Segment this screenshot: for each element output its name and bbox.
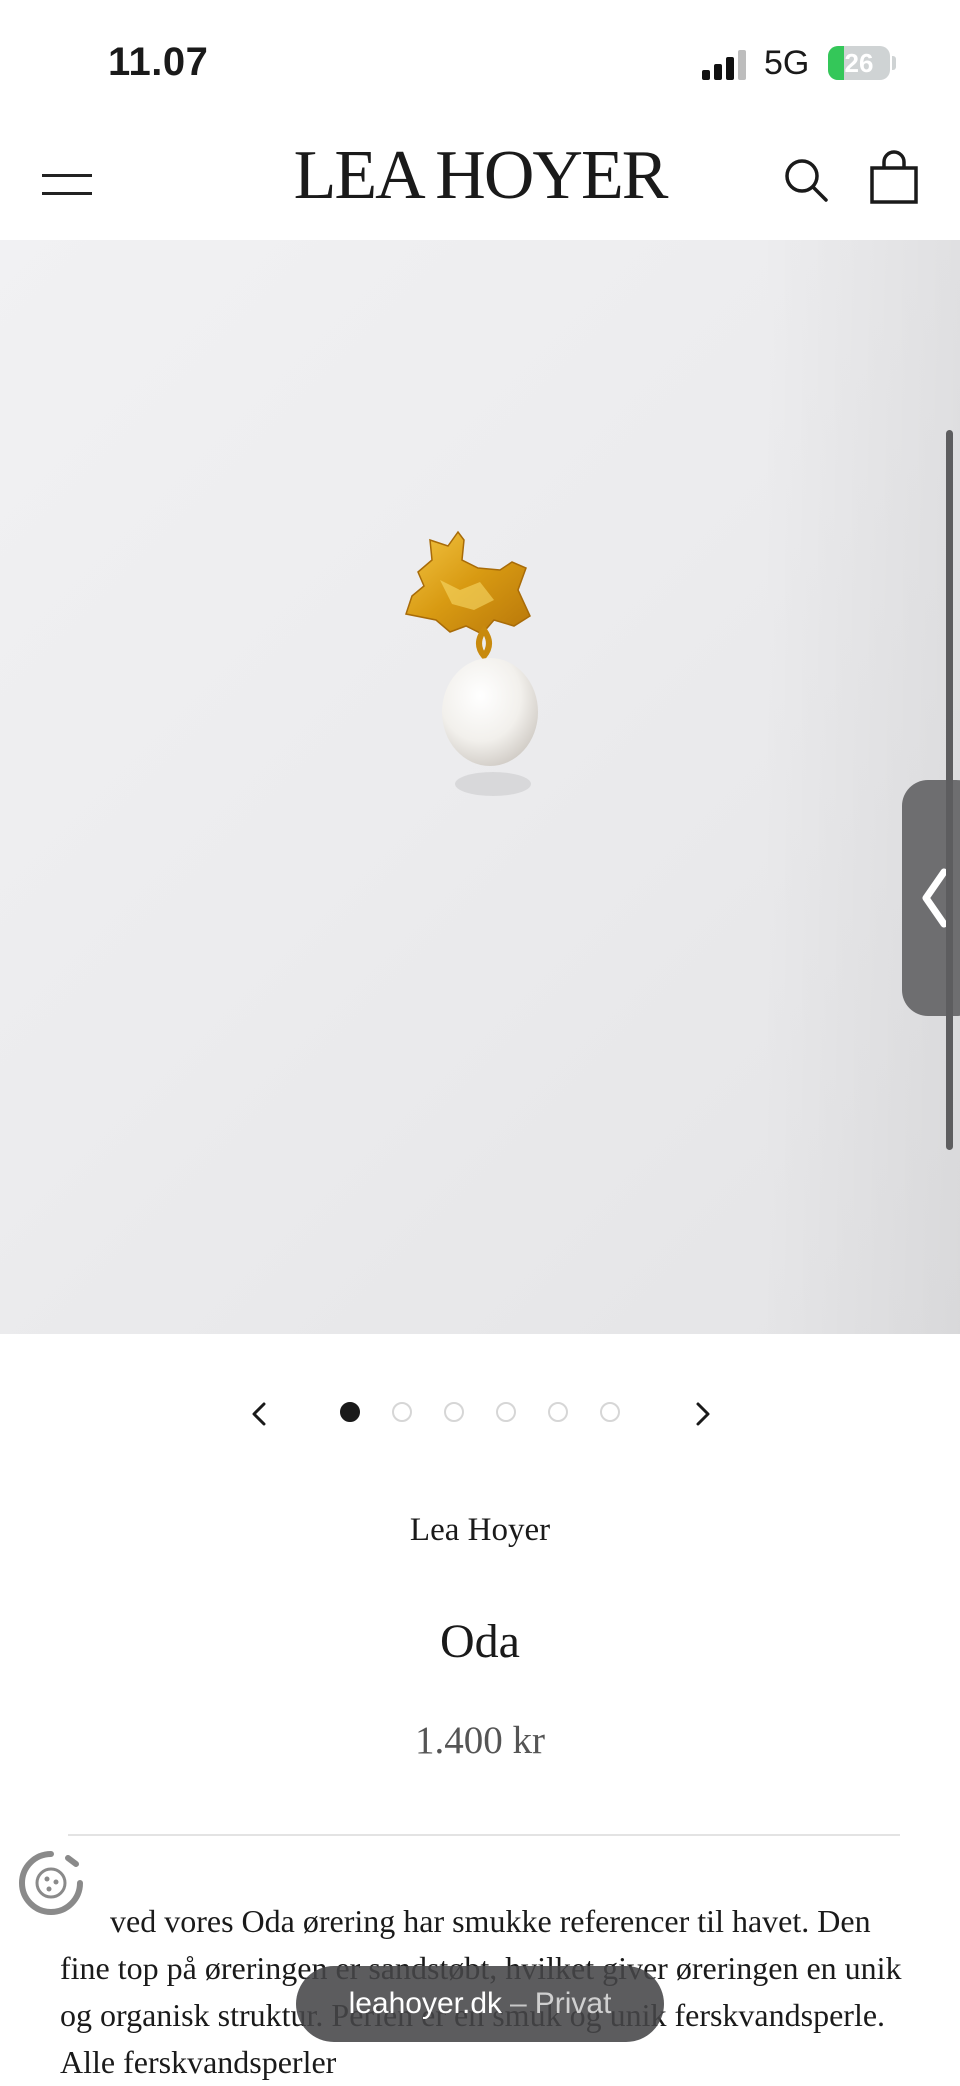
url-separator: –: [510, 1987, 527, 2020]
gallery-dot-2[interactable]: [392, 1402, 412, 1422]
gallery-dot-4[interactable]: [496, 1402, 516, 1422]
cookie-settings-icon[interactable]: [16, 1848, 86, 1918]
divider: [68, 1834, 900, 1836]
url-domain: leahoyer.dk: [348, 1987, 503, 2020]
gallery-dot-3[interactable]: [444, 1402, 464, 1422]
battery-icon: 26: [828, 46, 890, 80]
status-time: 11.07: [108, 40, 209, 84]
network-type: 5G: [764, 44, 810, 82]
browser-address-pill[interactable]: leahoyer.dk – Privat: [296, 1966, 664, 2042]
chevron-right-icon[interactable]: [682, 1394, 722, 1434]
search-icon[interactable]: [780, 154, 832, 206]
product-price: 1.400 kr: [415, 1719, 545, 1762]
site-header: LEA HOYER: [0, 120, 960, 240]
shopping-bag-icon[interactable]: [868, 150, 920, 206]
scrollbar[interactable]: [946, 430, 953, 1150]
battery-tip: [892, 56, 896, 70]
cellular-signal-icon: [702, 50, 746, 80]
gallery-controls: [0, 1388, 960, 1438]
gallery-dot-5[interactable]: [548, 1402, 568, 1422]
product-image: [405, 530, 538, 796]
private-mode-label: Privat: [534, 1987, 612, 2020]
product-title: Oda: [440, 1615, 520, 1668]
gallery-dot-1[interactable]: [340, 1402, 360, 1422]
gallery-dot-6[interactable]: [600, 1402, 620, 1422]
battery-level: 26: [844, 48, 874, 78]
product-brand[interactable]: Lea Hoyer: [0, 1512, 960, 1549]
status-bar: 11.07 5G 26: [0, 0, 960, 120]
chevron-left-icon[interactable]: [240, 1394, 280, 1434]
product-image-gallery[interactable]: [0, 240, 960, 1334]
